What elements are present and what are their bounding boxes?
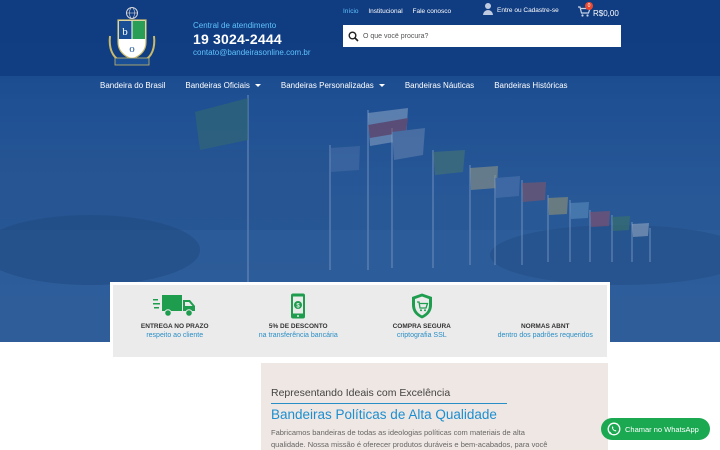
feature-title: NORMAS ABNT xyxy=(520,323,570,330)
cart-icon: 0 xyxy=(577,2,593,18)
search-icon[interactable] xyxy=(343,25,363,47)
features-bar: ENTREGA NO PRAZO respeito ao cliente $ 5… xyxy=(110,282,610,360)
top-link-inicio[interactable]: Início xyxy=(343,8,359,15)
nav-item-label: Bandeiras Personalizadas xyxy=(280,81,374,90)
feature-title: 5% DE DESCONTO xyxy=(268,323,328,330)
feature-subtitle: dentro dos padrões requeridos xyxy=(497,332,593,339)
caret-down-icon xyxy=(378,84,385,87)
whatsapp-label: Chamar no WhatsApp xyxy=(625,424,699,434)
user-icon xyxy=(483,3,493,15)
email-link[interactable]: contato@bandeirasonline.com.br xyxy=(193,48,311,57)
nav-item-bandeiras-nauticas[interactable]: Bandeiras Náuticas xyxy=(405,81,474,90)
top-link-institucional[interactable]: Institucional xyxy=(368,8,402,15)
nav-item-label: Bandeiras Históricas xyxy=(494,81,568,90)
section-kicker: Representando Ideais com Excelência xyxy=(271,387,451,399)
bandeiras-logo-icon: b o xyxy=(108,7,156,66)
feature-subtitle: na transferência bancária xyxy=(258,332,338,339)
contact-label: Central de atendimento xyxy=(193,21,277,30)
whatsapp-button[interactable]: Chamar no WhatsApp xyxy=(601,418,710,440)
nav-item-label: Bandeiras Oficiais xyxy=(185,81,250,90)
nav-item-bandeiras-oficiais[interactable]: Bandeiras Oficiais xyxy=(185,81,261,90)
feature-abnt: NORMAS ABNT dentro dos padrões requerido… xyxy=(484,285,608,357)
truck-icon xyxy=(152,295,195,317)
cart-count-badge: 0 xyxy=(585,2,593,10)
cart-button[interactable]: 0 R$0,00 xyxy=(577,2,619,18)
nav-item-bandeira-do-brasil[interactable]: Bandeira do Brasil xyxy=(100,81,165,90)
search-input[interactable] xyxy=(363,32,613,40)
main-nav: Bandeira do Brasil Bandeiras Oficiais Ba… xyxy=(100,81,588,90)
divider xyxy=(271,403,507,404)
feature-subtitle: respeito ao cliente xyxy=(146,332,204,339)
whatsapp-icon xyxy=(607,422,621,436)
contact-block: Central de atendimento 19 3024-2444 cont… xyxy=(193,21,311,57)
section-heading: Bandeiras Políticas de Alta Qualidade xyxy=(271,407,497,422)
content-section: Representando Ideais com Excelência Band… xyxy=(261,363,608,450)
feature-delivery: ENTREGA NO PRAZO respeito ao cliente xyxy=(113,285,237,357)
feature-discount: $ 5% DE DESCONTO na transferência bancár… xyxy=(237,285,361,357)
feature-title: ENTREGA NO PRAZO xyxy=(140,323,209,330)
paragraph-line: qualidade. Nossa missão é oferecer produ… xyxy=(271,439,548,449)
paragraph-line: Fabricamos bandeiras de todas as ideolog… xyxy=(271,428,525,437)
nav-item-bandeiras-historicas[interactable]: Bandeiras Históricas xyxy=(494,81,567,90)
site-logo[interactable]: b o xyxy=(106,6,158,68)
account-link[interactable]: Entre ou Cadastre-se xyxy=(483,3,559,15)
top-link-fale-conosco[interactable]: Fale conosco xyxy=(413,8,452,15)
caret-down-icon xyxy=(254,84,261,87)
phone-number[interactable]: 19 3024-2444 xyxy=(193,31,311,47)
account-label: Entre ou Cadastre-se xyxy=(497,7,559,14)
nav-item-label: Bandeiras Náuticas xyxy=(404,81,475,90)
svg-text:o: o xyxy=(129,43,135,55)
nav-item-label: Bandeira do Brasil xyxy=(100,81,166,90)
search-bar xyxy=(343,25,621,47)
svg-text:b: b xyxy=(122,26,128,38)
feature-title: COMPRA SEGURA xyxy=(392,323,451,330)
nav-item-bandeiras-personalizadas[interactable]: Bandeiras Personalizadas xyxy=(281,81,385,90)
feature-secure: COMPRA SEGURA criptografia SSL xyxy=(360,285,484,357)
phone-money-icon: $ xyxy=(291,293,306,319)
section-paragraph: Fabricamos bandeiras de todas as ideolog… xyxy=(271,427,598,450)
top-links: Início Institucional Fale conosco xyxy=(343,8,459,15)
cart-total: R$0,00 xyxy=(593,9,619,18)
feature-subtitle: criptografia SSL xyxy=(396,332,447,339)
shield-cart-icon xyxy=(411,293,432,319)
